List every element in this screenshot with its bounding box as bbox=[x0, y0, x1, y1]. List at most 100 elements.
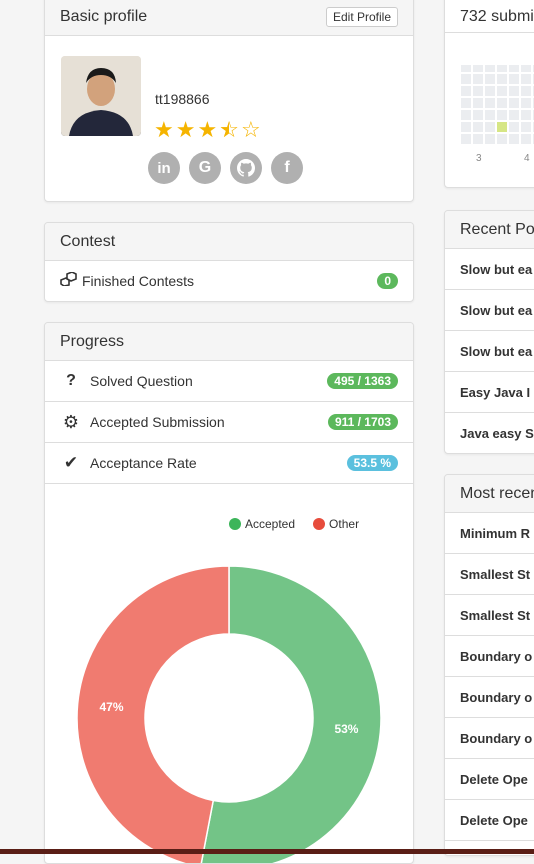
heatmap-cell bbox=[521, 134, 531, 144]
donut-slice-other[interactable] bbox=[76, 565, 230, 863]
accepted-submission-row: ⚙ Accepted Submission 911 / 1703 bbox=[45, 402, 413, 443]
heatmap-cell bbox=[485, 74, 495, 84]
heatmap-cell bbox=[461, 65, 471, 72]
most-recent-list: Minimum R Smallest St Smallest St Boundary … bbox=[445, 513, 534, 841]
avatar bbox=[61, 56, 141, 136]
heatmap-cell bbox=[473, 86, 483, 96]
contest-title: Contest bbox=[60, 232, 116, 250]
finished-contests-row: Finished Contests 0 bbox=[45, 261, 413, 300]
heatmap-cell bbox=[473, 122, 483, 132]
trophy-icon bbox=[60, 271, 77, 289]
heatmap-cell bbox=[521, 65, 531, 72]
heatmap-cell bbox=[473, 74, 483, 84]
heatmap-cell bbox=[497, 134, 507, 144]
heatmap-cell bbox=[509, 98, 519, 108]
heatmap-cell bbox=[485, 110, 495, 120]
recent-submission-link[interactable]: Delete Ope bbox=[445, 759, 534, 800]
github-icon[interactable] bbox=[230, 152, 262, 184]
heatmap-cell bbox=[509, 74, 519, 84]
acceptance-rate-badge: 53.5 % bbox=[346, 455, 398, 471]
submissions-title: 732 submi bbox=[460, 7, 534, 25]
recent-submission-link[interactable]: Boundary o bbox=[445, 636, 534, 677]
recent-posts-heading: Recent Po bbox=[445, 211, 534, 249]
most-recent-heading: Most recen bbox=[445, 475, 534, 513]
donut-slice-label: 53% bbox=[334, 722, 358, 736]
heatmap-cell bbox=[485, 134, 495, 144]
legend-other-label: Other bbox=[329, 517, 360, 531]
heatmap-cell bbox=[461, 134, 471, 144]
solved-question-badge: 495 / 1363 bbox=[327, 373, 398, 389]
heatmap-cell bbox=[473, 134, 483, 144]
heatmap-cell bbox=[461, 98, 471, 108]
star-half-icon: ☆ ★ bbox=[219, 117, 239, 142]
accepted-submission-label: Accepted Submission bbox=[90, 414, 225, 430]
accepted-submission-badge: 911 / 1703 bbox=[327, 414, 398, 430]
recent-posts-title: Recent Po bbox=[460, 220, 534, 238]
donut-slice-label: 47% bbox=[100, 700, 124, 714]
recent-submission-link[interactable]: Delete Ope bbox=[445, 800, 534, 841]
gear-icon: ⚙ bbox=[62, 411, 80, 432]
legend-other-marker bbox=[313, 518, 326, 530]
heatmap-cell bbox=[521, 86, 531, 96]
progress-heading: Progress bbox=[45, 323, 413, 361]
solved-question-label: Solved Question bbox=[90, 373, 193, 389]
recent-post-link[interactable]: Easy Java I bbox=[445, 372, 534, 413]
legend-accepted-marker bbox=[229, 518, 241, 530]
legend-accepted-label: Accepted bbox=[245, 517, 296, 531]
linkedin-icon[interactable]: in bbox=[148, 152, 180, 184]
recent-post-link[interactable]: Slow but ea bbox=[445, 249, 534, 290]
recent-submission-link[interactable]: Boundary o bbox=[445, 718, 534, 759]
rating-stars: ★ ★ ★ ☆ ★ ☆ bbox=[154, 119, 263, 141]
recent-submission-link[interactable]: Boundary o bbox=[445, 677, 534, 718]
heatmap-cell bbox=[521, 74, 531, 84]
recent-posts-list: Slow but ea Slow but ea Slow but ea Easy Ja… bbox=[445, 249, 534, 453]
question-icon: ? bbox=[66, 372, 76, 389]
heatmap-cell bbox=[509, 86, 519, 96]
chart-legend: Accepted Other bbox=[229, 517, 359, 531]
heatmap-cell bbox=[461, 122, 471, 132]
submission-heatmap bbox=[461, 65, 534, 144]
progress-title: Progress bbox=[60, 332, 125, 350]
heatmap-cell bbox=[497, 86, 507, 96]
finished-contests-label: Finished Contests bbox=[82, 272, 195, 289]
heatmap-cell bbox=[521, 98, 531, 108]
social-links: in G f bbox=[148, 152, 312, 184]
heatmap-cell bbox=[473, 65, 483, 72]
star-full-icon: ★ bbox=[175, 117, 196, 142]
heatmap-cell bbox=[497, 65, 507, 72]
edit-profile-button[interactable]: Edit Profile bbox=[325, 6, 398, 27]
star-full-icon: ★ bbox=[154, 117, 174, 142]
check-icon: ✔ bbox=[63, 453, 79, 472]
recent-post-link[interactable]: Slow but ea bbox=[445, 290, 534, 331]
recent-submission-link[interactable]: Smallest St bbox=[445, 554, 534, 595]
heatmap-cell bbox=[461, 86, 471, 96]
finished-contests-count: 0 bbox=[377, 272, 398, 289]
heatmap-cell bbox=[521, 110, 531, 120]
google-icon[interactable]: G bbox=[189, 152, 221, 184]
heatmap-cell bbox=[473, 98, 483, 108]
heatmap-cell bbox=[485, 86, 495, 96]
heatmap-month-label: 4 bbox=[524, 153, 530, 164]
acceptance-rate-row: ✔ Acceptance Rate 53.5 % bbox=[45, 443, 413, 484]
heatmap-cell bbox=[485, 98, 495, 108]
solved-question-row: ? Solved Question 495 / 1363 bbox=[45, 361, 413, 402]
basic-profile-title: Basic profile bbox=[60, 7, 148, 25]
recent-submission-link[interactable]: Minimum R bbox=[445, 513, 534, 554]
heatmap-cell bbox=[521, 122, 531, 132]
heatmap-cell bbox=[461, 74, 471, 84]
recent-post-link[interactable]: Slow but ea bbox=[445, 331, 534, 372]
most-recent-title: Most recen bbox=[460, 484, 534, 502]
heatmap-cell bbox=[509, 134, 519, 144]
submissions-panel: 732 submi 3 4 bbox=[444, 0, 534, 188]
heatmap-cell bbox=[497, 110, 507, 120]
username: tt198866 bbox=[155, 91, 210, 107]
recent-submission-link[interactable]: Smallest St bbox=[445, 595, 534, 636]
contest-heading: Contest bbox=[45, 223, 413, 261]
bottom-strip bbox=[0, 849, 534, 854]
contest-panel: Contest Finished Contests 0 bbox=[44, 222, 414, 302]
progress-panel: Progress ? Solved Question 495 / 1363 ⚙ … bbox=[44, 322, 414, 864]
heatmap-cell bbox=[473, 110, 483, 120]
basic-profile-panel: Basic profile Edit Profile tt198866 ★ ★ … bbox=[44, 0, 414, 202]
recent-post-link[interactable]: Java easy S bbox=[445, 413, 534, 453]
facebook-icon[interactable]: f bbox=[271, 152, 303, 184]
